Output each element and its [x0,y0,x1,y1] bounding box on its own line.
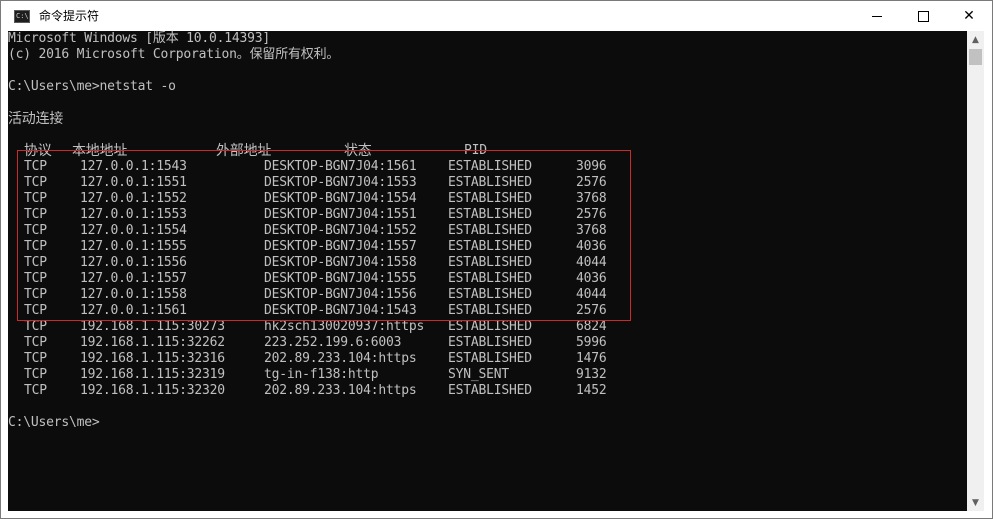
minimize-icon [872,15,882,17]
row-cell-pid: 1476 [576,351,607,366]
row-cell-foreign: tg-in-f138:http [264,367,379,382]
window-bottom-edge [8,511,967,517]
row-cell-foreign: 202.89.233.104:https [264,383,417,398]
maximize-icon [917,10,929,22]
row-cell-state: SYN_SENT [448,367,510,382]
row-cell-proto: TCP [24,367,47,382]
row-cell-foreign: 223.252.199.6:6003 [264,335,402,350]
vertical-scrollbar[interactable]: ▲ ▼ [967,31,984,511]
row-cell-local: 192.168.1.115:32320 [80,383,225,398]
row-cell-proto: TCP [24,351,47,366]
row-cell-local: 192.168.1.115:30273 [80,319,225,334]
scrollbar-thumb[interactable] [969,49,982,65]
row-cell-pid: 5996 [576,335,607,350]
row-cell-pid: 1452 [576,383,607,398]
row-cell-state: ESTABLISHED [448,383,532,398]
row-cell-proto: TCP [24,335,47,350]
row-cell-foreign: hk2sch130020937:https [264,319,425,334]
close-button[interactable]: ✕ [946,1,992,31]
highlight-annotation-box [17,150,631,321]
banner-line-2: (c) 2016 Microsoft Corporation。保留所有权利。 [8,47,340,62]
final-prompt-line: C:\Users\me> [8,415,100,430]
row-cell-proto: TCP [24,319,47,334]
row-cell-state: ESTABLISHED [448,351,532,366]
row-cell-state: ESTABLISHED [448,319,532,334]
banner-line-1: Microsoft Windows [版本 10.0.14393] [8,31,271,46]
section-title: 活动连接 [8,111,64,127]
title-bar[interactable]: C:\ 命令提示符 ✕ [1,1,992,32]
minimize-button[interactable] [854,1,900,31]
row-cell-local: 192.168.1.115:32262 [80,335,225,350]
close-icon: ✕ [963,8,975,24]
cmd-icon-glyph: C:\ [16,12,29,20]
command-prompt-line: C:\Users\me>netstat -o [8,79,176,94]
console-output[interactable]: Microsoft Windows [版本 10.0.14393] (c) 20… [8,31,967,511]
row-cell-foreign: 202.89.233.104:https [264,351,417,366]
row-cell-local: 192.168.1.115:32319 [80,367,225,382]
row-cell-pid: 6824 [576,319,607,334]
row-cell-proto: TCP [24,383,47,398]
scroll-up-icon[interactable]: ▲ [967,31,984,48]
row-cell-local: 192.168.1.115:32316 [80,351,225,366]
row-cell-pid: 9132 [576,367,607,382]
row-cell-state: ESTABLISHED [448,335,532,350]
maximize-button[interactable] [900,1,946,31]
cmd-app-icon[interactable]: C:\ [14,10,30,23]
window-title: 命令提示符 [39,9,100,23]
scroll-down-icon[interactable]: ▼ [967,494,984,511]
